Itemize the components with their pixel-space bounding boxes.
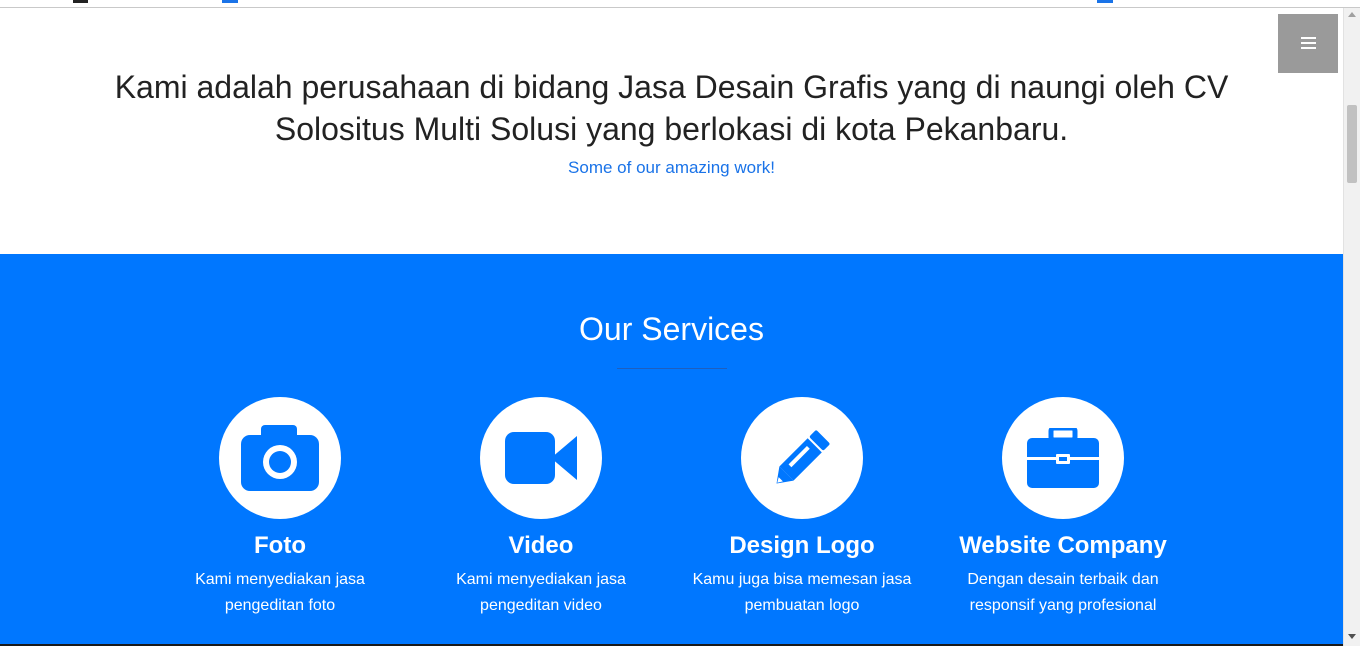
- services-divider: [617, 368, 727, 369]
- service-icon-circle: [1002, 397, 1124, 519]
- camera-icon: [241, 425, 319, 491]
- service-description: Kami menyediakan jasa pengeditan foto: [195, 571, 365, 614]
- vertical-scrollbar[interactable]: [1343, 8, 1360, 646]
- service-item-website-company: Website Company Dengan desain terbaik da…: [923, 397, 1203, 619]
- about-section: Kami adalah perusahaan di bidang Jasa De…: [0, 8, 1343, 254]
- scroll-down-arrow-icon[interactable]: [1348, 634, 1356, 639]
- browser-top-edge: [0, 0, 1360, 8]
- menu-toggle-button[interactable]: [1278, 14, 1338, 73]
- service-description: Kami menyediakan jasa pengeditan video: [456, 571, 626, 614]
- tab-edge-mark: [1097, 0, 1113, 3]
- tab-edge-mark: [73, 0, 88, 3]
- about-text: Kami adalah perusahaan di bidang Jasa De…: [114, 69, 1229, 147]
- service-name: Foto: [254, 532, 306, 559]
- services-title: Our Services: [579, 311, 764, 347]
- tab-edge-mark: [222, 0, 238, 3]
- service-description: Kamu juga bisa memesan jasa pembuatan lo…: [692, 571, 912, 614]
- scroll-up-arrow-icon[interactable]: [1348, 12, 1356, 17]
- service-icon-circle: [480, 397, 602, 519]
- service-item-design-logo: Design Logo Kamu juga bisa memesan jasa …: [662, 397, 942, 619]
- hamburger-menu-icon: [1301, 37, 1316, 49]
- service-item-foto: Foto Kami menyediakan jasa pengeditan fo…: [140, 397, 420, 619]
- page-content: Kami adalah perusahaan di bidang Jasa De…: [0, 8, 1343, 646]
- service-item-video: Video Kami menyediakan jasa pengeditan v…: [401, 397, 681, 619]
- services-section: Our Services Foto Kami menyediakan jasa …: [0, 254, 1343, 646]
- service-name: Design Logo: [729, 532, 875, 559]
- service-name: Website Company: [959, 532, 1167, 559]
- briefcase-icon: [1027, 428, 1099, 488]
- video-camera-icon: [505, 432, 577, 484]
- service-name: Video: [508, 532, 574, 559]
- service-icon-circle: [219, 397, 341, 519]
- service-description: Dengan desain terbaik dan responsif yang…: [967, 571, 1159, 614]
- pencil-icon: [776, 430, 830, 484]
- scrollbar-thumb[interactable]: [1347, 105, 1357, 183]
- about-subtitle-link[interactable]: Some of our amazing work!: [0, 158, 1343, 178]
- service-icon-circle: [741, 397, 863, 519]
